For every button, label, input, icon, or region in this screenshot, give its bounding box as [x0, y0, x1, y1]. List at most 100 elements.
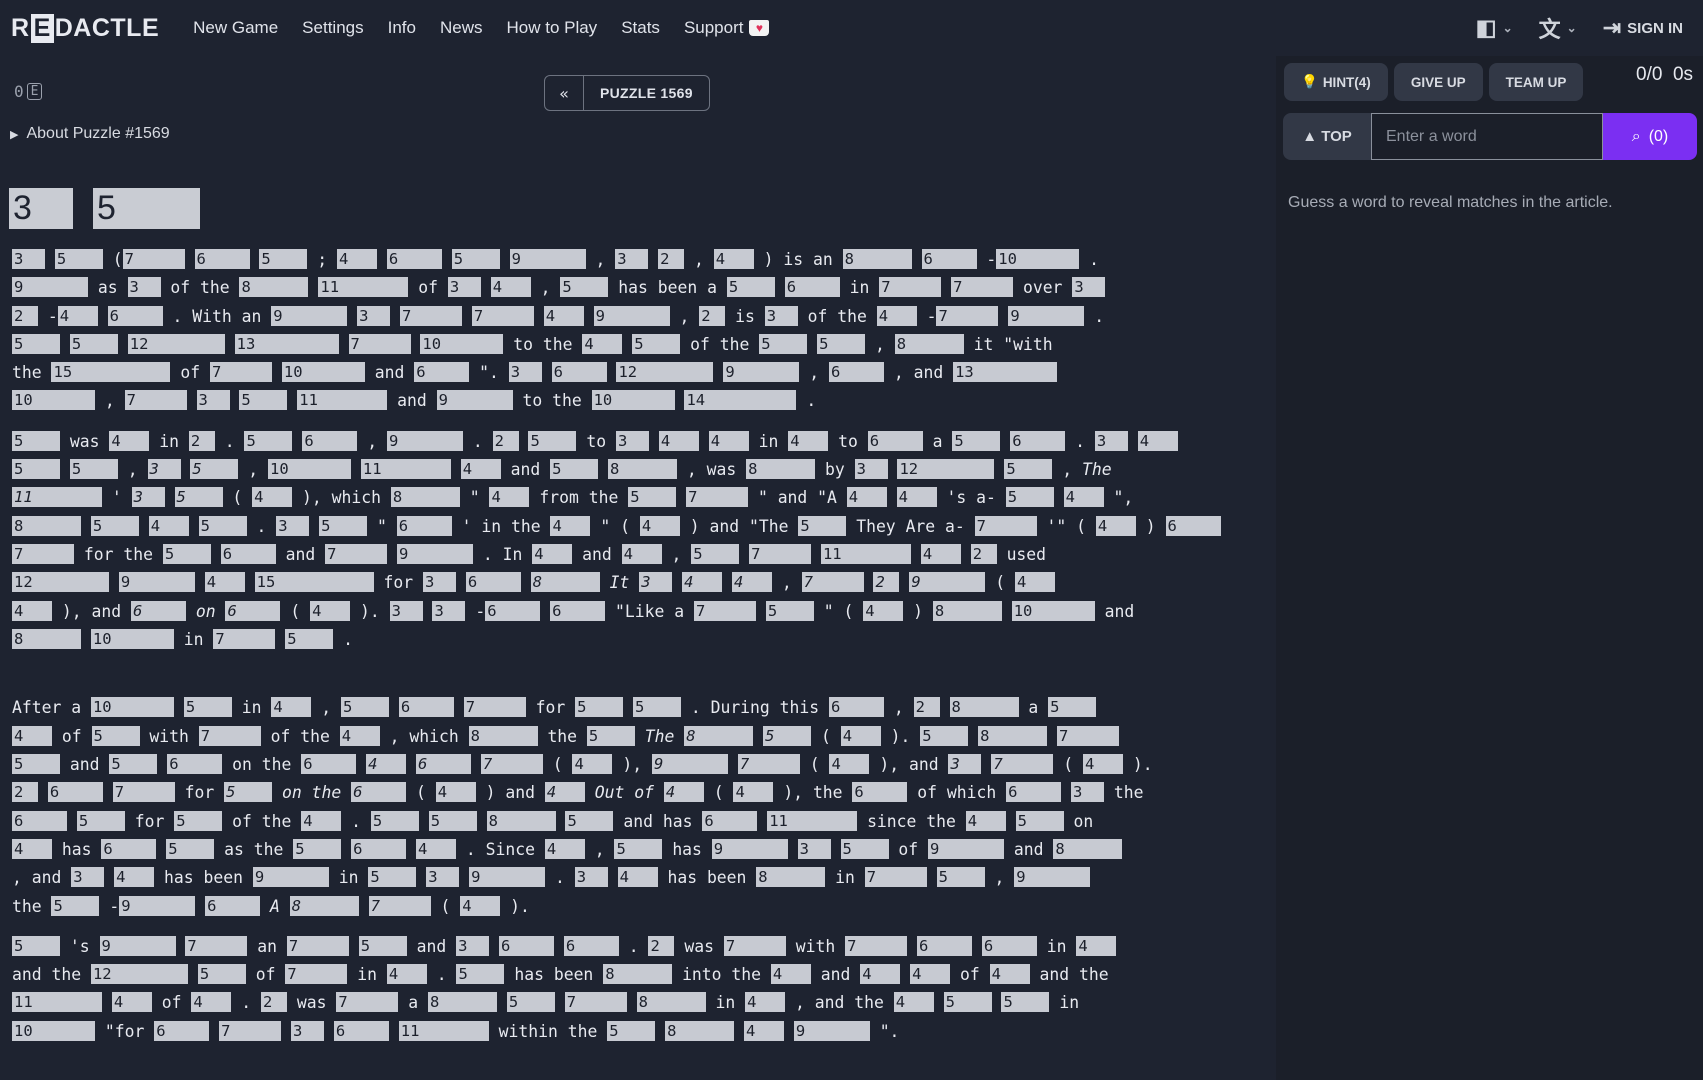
redacted-word[interactable]: 5 — [293, 838, 342, 859]
redacted-word[interactable]: 4 — [310, 600, 351, 621]
redacted-word[interactable]: 7 — [749, 543, 812, 564]
redacted-word[interactable]: 4 — [863, 600, 904, 621]
redacted-word[interactable]: 5 — [628, 487, 677, 508]
redacted-word[interactable]: 11 — [318, 277, 409, 298]
redacted-word[interactable]: 6 — [386, 249, 442, 269]
redacted-word[interactable]: 10 — [281, 362, 365, 383]
redacted-word[interactable]: 6 — [1165, 515, 1221, 536]
redacted-word[interactable]: 6 — [101, 838, 157, 859]
redacted-word[interactable]: 6 — [981, 935, 1037, 956]
redacted-word[interactable]: 10 — [268, 459, 351, 480]
redacted-word[interactable]: 4 — [572, 754, 613, 775]
redacted-word[interactable]: 3 — [1094, 430, 1128, 451]
redacted-word[interactable]: 6 — [333, 1020, 389, 1041]
redacted-word[interactable]: 5 — [952, 430, 1001, 451]
layout-dropdown[interactable]: ◧ ⌄ — [1476, 15, 1513, 41]
redacted-word[interactable]: 4 — [490, 277, 531, 298]
redacted-word[interactable]: 8 — [978, 725, 1048, 746]
redacted-word[interactable]: 7 — [399, 305, 462, 326]
redacted-word[interactable]: 5 — [12, 459, 60, 480]
redacted-word[interactable]: 5 — [51, 895, 100, 916]
redacted-word[interactable]: 3 — [290, 1020, 324, 1041]
redacted-word[interactable]: 11 — [12, 992, 102, 1013]
redacted-word[interactable]: 4 — [337, 249, 377, 269]
redacted-word[interactable]: 8 — [746, 459, 816, 480]
redacted-word[interactable]: 6 — [784, 277, 840, 298]
redacted-word[interactable]: 5 — [565, 810, 614, 831]
redacted-word[interactable]: 4 — [1063, 487, 1104, 508]
redacted-word[interactable]: 5 — [798, 515, 847, 536]
redacted-word[interactable]: 4 — [617, 867, 658, 888]
redacted-word[interactable]: 5 — [451, 249, 500, 269]
redacted-word[interactable]: 5 — [936, 867, 985, 888]
redacted-word[interactable]: 7 — [879, 277, 942, 298]
redacted-word[interactable]: 6 — [351, 782, 407, 803]
redacted-word[interactable]: 3 — [574, 867, 608, 888]
redacted-word[interactable]: 2 — [12, 782, 38, 803]
redacted-word[interactable]: 6 — [415, 754, 471, 775]
redacted-word[interactable]: 5 — [12, 754, 60, 775]
redacted-word[interactable]: 3 — [854, 459, 888, 480]
redacted-word[interactable]: 8 — [427, 992, 497, 1013]
redacted-word[interactable]: 9 — [723, 362, 800, 383]
redacted-word[interactable]: 5 — [174, 487, 223, 508]
redacted-word[interactable]: 4 — [1076, 935, 1117, 956]
guess-input[interactable] — [1371, 113, 1603, 160]
redacted-word[interactable]: 4 — [339, 725, 380, 746]
redacted-word[interactable]: 15 — [51, 362, 171, 383]
redacted-word[interactable]: 12 — [616, 362, 714, 383]
redacted-word[interactable]: 9 — [909, 572, 986, 593]
redacted-word[interactable]: 12 — [127, 333, 225, 354]
redacted-word[interactable]: 7 — [991, 754, 1054, 775]
redacted-word[interactable]: 11 — [767, 810, 858, 831]
redacted-word[interactable]: 3 — [447, 277, 481, 298]
redacted-word[interactable]: 6 — [921, 249, 977, 269]
redacted-word[interactable]: 5 — [528, 430, 577, 451]
redacted-word[interactable]: 5 — [575, 697, 624, 718]
redacted-word[interactable]: 5 — [943, 992, 992, 1013]
redacted-word[interactable]: 5 — [12, 935, 60, 956]
redacted-word[interactable]: 4 — [415, 838, 456, 859]
redacted-word[interactable]: 3 — [357, 305, 391, 326]
redacted-word[interactable]: 6 — [205, 895, 261, 916]
redacted-word[interactable]: 4 — [733, 782, 774, 803]
redacted-word[interactable]: 7 — [198, 725, 261, 746]
redacted-word[interactable]: 3 — [196, 390, 230, 411]
redacted-word[interactable]: 15 — [254, 572, 374, 593]
redacted-word[interactable]: 6 — [465, 572, 521, 593]
redacted-word[interactable]: 4 — [582, 333, 623, 354]
redacted-word[interactable]: 5 — [1004, 459, 1053, 480]
redacted-word[interactable]: 4 — [910, 964, 951, 985]
nav-news[interactable]: News — [440, 18, 483, 38]
redacted-word[interactable]: 7 — [122, 249, 185, 269]
give-up-button[interactable]: GIVE UP — [1393, 63, 1483, 101]
redacted-word[interactable]: 7 — [471, 305, 534, 326]
redacted-word[interactable]: 7 — [936, 305, 999, 326]
redacted-word[interactable]: 8 — [636, 992, 706, 1013]
redacted-word[interactable]: 4 — [532, 543, 573, 564]
redacted-word[interactable]: 2 — [873, 572, 900, 593]
nav-settings[interactable]: Settings — [302, 18, 363, 38]
redacted-word[interactable]: 4 — [989, 964, 1030, 985]
redacted-word[interactable]: 10 — [996, 249, 1080, 269]
redacted-word[interactable]: 3 — [71, 867, 105, 888]
redacted-word[interactable]: 5 — [607, 1020, 656, 1041]
redacted-word[interactable]: 4 — [204, 572, 245, 593]
redacted-word[interactable]: 9 — [1008, 305, 1085, 326]
redacted-word[interactable]: 5 — [12, 333, 60, 354]
redacted-word[interactable]: 4 — [489, 487, 530, 508]
redacted-word[interactable]: 6 — [702, 810, 758, 831]
redacted-word[interactable]: 3 — [426, 867, 460, 888]
redacted-word[interactable]: 5 — [763, 725, 812, 746]
redacted-word[interactable]: 6 — [563, 935, 619, 956]
redacted-word[interactable]: 8 — [756, 867, 826, 888]
redacted-word[interactable]: 8 — [1053, 838, 1123, 859]
redacted-word[interactable]: 9 — [119, 895, 196, 916]
redacted-word[interactable]: 7 — [124, 390, 187, 411]
redacted-word[interactable]: 9 — [436, 390, 513, 411]
redacted-word[interactable]: 7 — [368, 895, 431, 916]
redacted-word[interactable]: 7 — [336, 992, 399, 1013]
redacted-word[interactable]: 4 — [1137, 430, 1178, 451]
redacted-word[interactable]: 5 — [69, 459, 118, 480]
redacted-word[interactable]: 5 — [190, 459, 239, 480]
